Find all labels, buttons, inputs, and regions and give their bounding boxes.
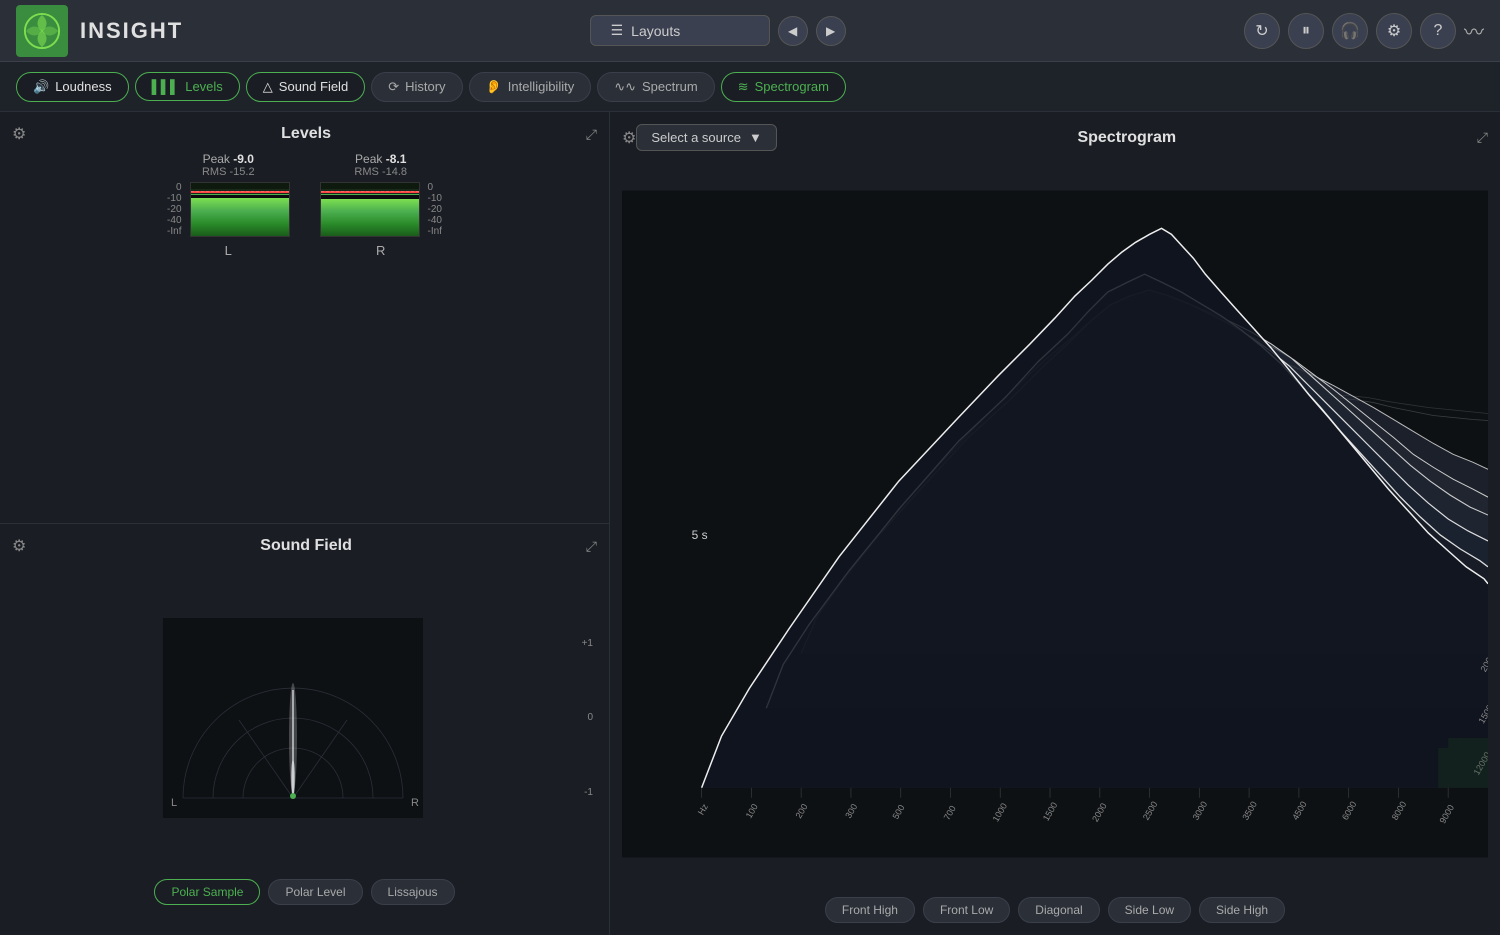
- help-button[interactable]: ?: [1420, 13, 1456, 49]
- tab-soundfield[interactable]: △ Sound Field: [246, 72, 365, 102]
- headphone-button[interactable]: 🎧: [1332, 13, 1368, 49]
- soundfield-title: Sound Field: [26, 537, 585, 555]
- logo-box: [16, 5, 68, 57]
- left-peak-label: Peak -9.0: [202, 152, 255, 166]
- source-label: Select a source: [651, 130, 741, 145]
- right-meter-labels: Peak -8.1 RMS -14.8: [354, 152, 407, 178]
- levels-title: Levels: [26, 125, 585, 143]
- spectrogram-icon: ≋: [738, 79, 749, 95]
- tab-intelligibility[interactable]: 👂 Intelligibility: [469, 72, 592, 102]
- refresh-button[interactable]: ↻: [1244, 13, 1280, 49]
- left-meter-labels: Peak -9.0 RMS -15.2: [202, 152, 255, 178]
- side-high-tab[interactable]: Side High: [1199, 897, 1285, 923]
- left-meter-fill: [191, 198, 289, 236]
- right-scale: 0 -10 -20 -40 -Inf: [424, 182, 442, 237]
- spectrogram-area: Hz 100 200 300 500 700 1000 1500 2000 25…: [622, 159, 1488, 889]
- tab-spectrogram[interactable]: ≋ Spectrogram: [721, 72, 846, 102]
- layouts-label: Layouts: [631, 23, 680, 39]
- logo-icon: [23, 12, 61, 50]
- levels-expand-button[interactable]: ⤢: [586, 126, 597, 143]
- spectrogram-header: ⚙ Select a source ▼ Spectrogram ⤢: [622, 124, 1488, 151]
- left-meter-bar: [190, 182, 290, 237]
- right-meter-fill: [321, 199, 419, 236]
- front-high-tab[interactable]: Front High: [825, 897, 915, 923]
- tab-levels-label: Levels: [185, 79, 223, 94]
- tab-spectrum-label: Spectrum: [642, 79, 698, 94]
- spectrogram-gear-button[interactable]: ⚙: [622, 128, 636, 148]
- levels-header: ⚙ Levels ⤢: [12, 124, 597, 144]
- svg-text:R: R: [411, 797, 419, 809]
- history-icon: ⟳: [388, 79, 399, 95]
- right-peak-label: Peak -8.1: [354, 152, 407, 166]
- tab-spectrogram-label: Spectrogram: [755, 79, 829, 94]
- soundfield-expand-button[interactable]: ⤢: [586, 538, 597, 555]
- spectrogram-3d-view: Hz 100 200 300 500 700 1000 1500 2000 25…: [622, 159, 1488, 889]
- polar-display: L R: [163, 618, 423, 818]
- tab-history[interactable]: ⟳ History: [371, 72, 462, 102]
- top-right-controls: ↻ ⏸ 🎧 ⚙ ? 〰: [1244, 13, 1484, 49]
- right-rms-label: RMS -14.8: [354, 166, 407, 178]
- top-bar: INSIGHT ☰ Layouts ◀ ▶ ↻ ⏸ 🎧 ⚙ ? 〰: [0, 0, 1500, 62]
- left-scale: 0 -10 -20 -40 -Inf: [167, 182, 185, 237]
- levels-content: Peak -9.0 RMS -15.2 0 -10 -20 -40 -Inf: [12, 152, 597, 499]
- front-low-tab[interactable]: Front Low: [923, 897, 1010, 923]
- levels-section: ⚙ Levels ⤢ Peak -9.0 RMS -15.2: [0, 112, 609, 524]
- levels-gear-button[interactable]: ⚙: [12, 124, 26, 144]
- svg-text:L: L: [171, 797, 177, 809]
- time-label: 5 s: [692, 528, 708, 542]
- scale-0: 0: [587, 712, 593, 723]
- scale-minus1: -1: [584, 787, 593, 798]
- next-layout-button[interactable]: ▶: [816, 16, 846, 46]
- tab-intelligibility-label: Intelligibility: [508, 79, 574, 94]
- right-meter-bar: [320, 182, 420, 237]
- spectrogram-title: Spectrogram: [777, 129, 1477, 147]
- left-channel-label: L: [225, 243, 232, 258]
- dropdown-arrow-icon: ▼: [749, 130, 762, 145]
- soundfield-section: ⚙ Sound Field ⤢: [0, 524, 609, 935]
- left-panel: ⚙ Levels ⤢ Peak -9.0 RMS -15.2: [0, 112, 610, 935]
- tab-loudness-label: Loudness: [55, 79, 111, 94]
- diagonal-tab[interactable]: Diagonal: [1018, 897, 1099, 923]
- prev-layout-button[interactable]: ◀: [778, 16, 808, 46]
- meter-right: Peak -8.1 RMS -14.8: [320, 152, 442, 499]
- soundfield-icon: △: [263, 79, 273, 95]
- right-panel: ⚙ Select a source ▼ Spectrogram ⤢: [610, 112, 1500, 935]
- scale-plus1: +1: [582, 638, 593, 649]
- layouts-button[interactable]: ☰ Layouts: [590, 15, 770, 46]
- settings-button[interactable]: ⚙: [1376, 13, 1412, 49]
- soundfield-tabs: Polar Sample Polar Level Lissajous: [12, 879, 597, 905]
- left-rms-label: RMS -15.2: [202, 166, 255, 178]
- tab-spectrum[interactable]: ∿∿ Spectrum: [597, 72, 714, 102]
- tab-history-label: History: [405, 79, 445, 94]
- polar-level-tab[interactable]: Polar Level: [268, 879, 362, 905]
- source-selector[interactable]: Select a source ▼: [636, 124, 776, 151]
- app-title: INSIGHT: [80, 18, 183, 44]
- main-content: ⚙ Levels ⤢ Peak -9.0 RMS -15.2: [0, 112, 1500, 935]
- tab-bar: 🔊 Loudness ▌▌▌ Levels △ Sound Field ⟳ Hi…: [0, 62, 1500, 112]
- list-icon: ☰: [611, 22, 624, 39]
- spectrogram-expand-button[interactable]: ⤢: [1477, 129, 1488, 146]
- spectrogram-tabs: Front High Front Low Diagonal Side Low S…: [622, 897, 1488, 923]
- right-channel-label: R: [376, 243, 385, 258]
- intelligibility-icon: 👂: [486, 79, 502, 95]
- squiggle-icon: 〰: [1464, 16, 1484, 45]
- left-peak-line: [191, 191, 289, 193]
- tab-soundfield-label: Sound Field: [279, 79, 348, 94]
- tab-levels[interactable]: ▌▌▌ Levels: [135, 72, 240, 101]
- levels-icon: ▌▌▌: [152, 79, 180, 94]
- soundfield-gear-button[interactable]: ⚙: [12, 536, 26, 556]
- meter-left: Peak -9.0 RMS -15.2 0 -10 -20 -40 -Inf: [167, 152, 289, 499]
- tab-loudness[interactable]: 🔊 Loudness: [16, 72, 129, 102]
- right-peak-line: [321, 191, 419, 193]
- soundfield-header: ⚙ Sound Field ⤢: [12, 536, 597, 556]
- pause-button[interactable]: ⏸: [1288, 13, 1324, 49]
- loudness-icon: 🔊: [33, 79, 49, 95]
- layouts-section: ☰ Layouts ◀ ▶: [203, 15, 1232, 46]
- side-low-tab[interactable]: Side Low: [1108, 897, 1191, 923]
- spectrum-icon: ∿∿: [614, 79, 636, 95]
- polar-sample-tab[interactable]: Polar Sample: [154, 879, 260, 905]
- lissajous-tab[interactable]: Lissajous: [371, 879, 455, 905]
